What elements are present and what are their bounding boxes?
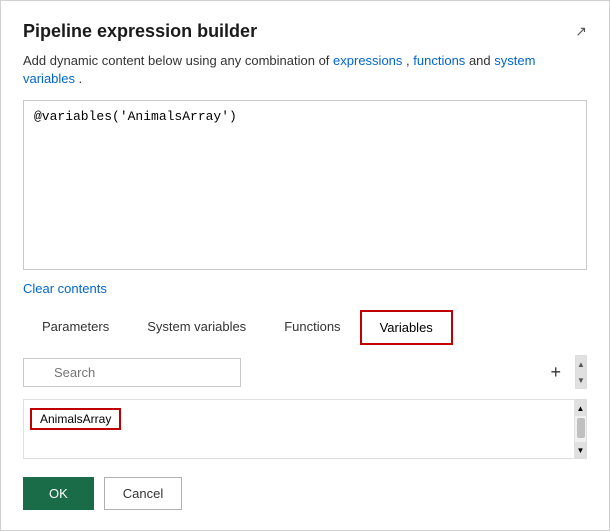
- tab-system-variables[interactable]: System variables: [128, 310, 265, 345]
- functions-link[interactable]: functions: [413, 53, 465, 68]
- search-input[interactable]: [23, 358, 241, 387]
- clear-contents-link[interactable]: Clear contents: [23, 281, 107, 296]
- description-suffix: .: [79, 71, 83, 86]
- description-sep2: and: [469, 53, 494, 68]
- scrollbar-up-arrow[interactable]: ▲: [576, 356, 586, 372]
- scrollbar-track: ▲ ▼: [575, 399, 587, 459]
- variable-item-animalsarray[interactable]: AnimalsArray: [30, 408, 121, 430]
- footer: OK Cancel: [23, 477, 587, 510]
- tab-functions[interactable]: Functions: [265, 310, 359, 345]
- ok-button[interactable]: OK: [23, 477, 94, 510]
- cancel-button[interactable]: Cancel: [104, 477, 182, 510]
- list-scrollbar-up[interactable]: ▲: [575, 400, 586, 416]
- description-text: Add dynamic content below using any comb…: [23, 52, 587, 88]
- tabs-bar: Parameters System variables Functions Va…: [23, 310, 587, 345]
- variables-list: AnimalsArray: [23, 399, 575, 459]
- expression-input[interactable]: @variables('AnimalsArray'): [23, 100, 587, 270]
- expand-icon[interactable]: ↗: [575, 23, 587, 40]
- list-scrollbar-thumb: [577, 418, 585, 438]
- description-prefix: Add dynamic content below using any comb…: [23, 53, 333, 68]
- tab-variables[interactable]: Variables: [360, 310, 453, 345]
- dialog-title: Pipeline expression builder: [23, 21, 257, 42]
- search-wrapper: 🔍: [23, 358, 536, 387]
- add-button[interactable]: +: [544, 361, 567, 383]
- pipeline-expression-builder-dialog: Pipeline expression builder ↗ Add dynami…: [0, 0, 610, 531]
- dialog-header: Pipeline expression builder ↗: [23, 21, 587, 42]
- scrollbar-down-arrow[interactable]: ▼: [576, 372, 586, 388]
- variables-list-area: AnimalsArray ▲ ▼: [23, 399, 587, 459]
- expressions-link[interactable]: expressions: [333, 53, 402, 68]
- list-scrollbar-thumb-area: [575, 416, 586, 442]
- list-scrollbar-down[interactable]: ▼: [575, 442, 586, 458]
- search-row: 🔍 + ▲ ▼: [23, 355, 587, 389]
- tab-parameters[interactable]: Parameters: [23, 310, 128, 345]
